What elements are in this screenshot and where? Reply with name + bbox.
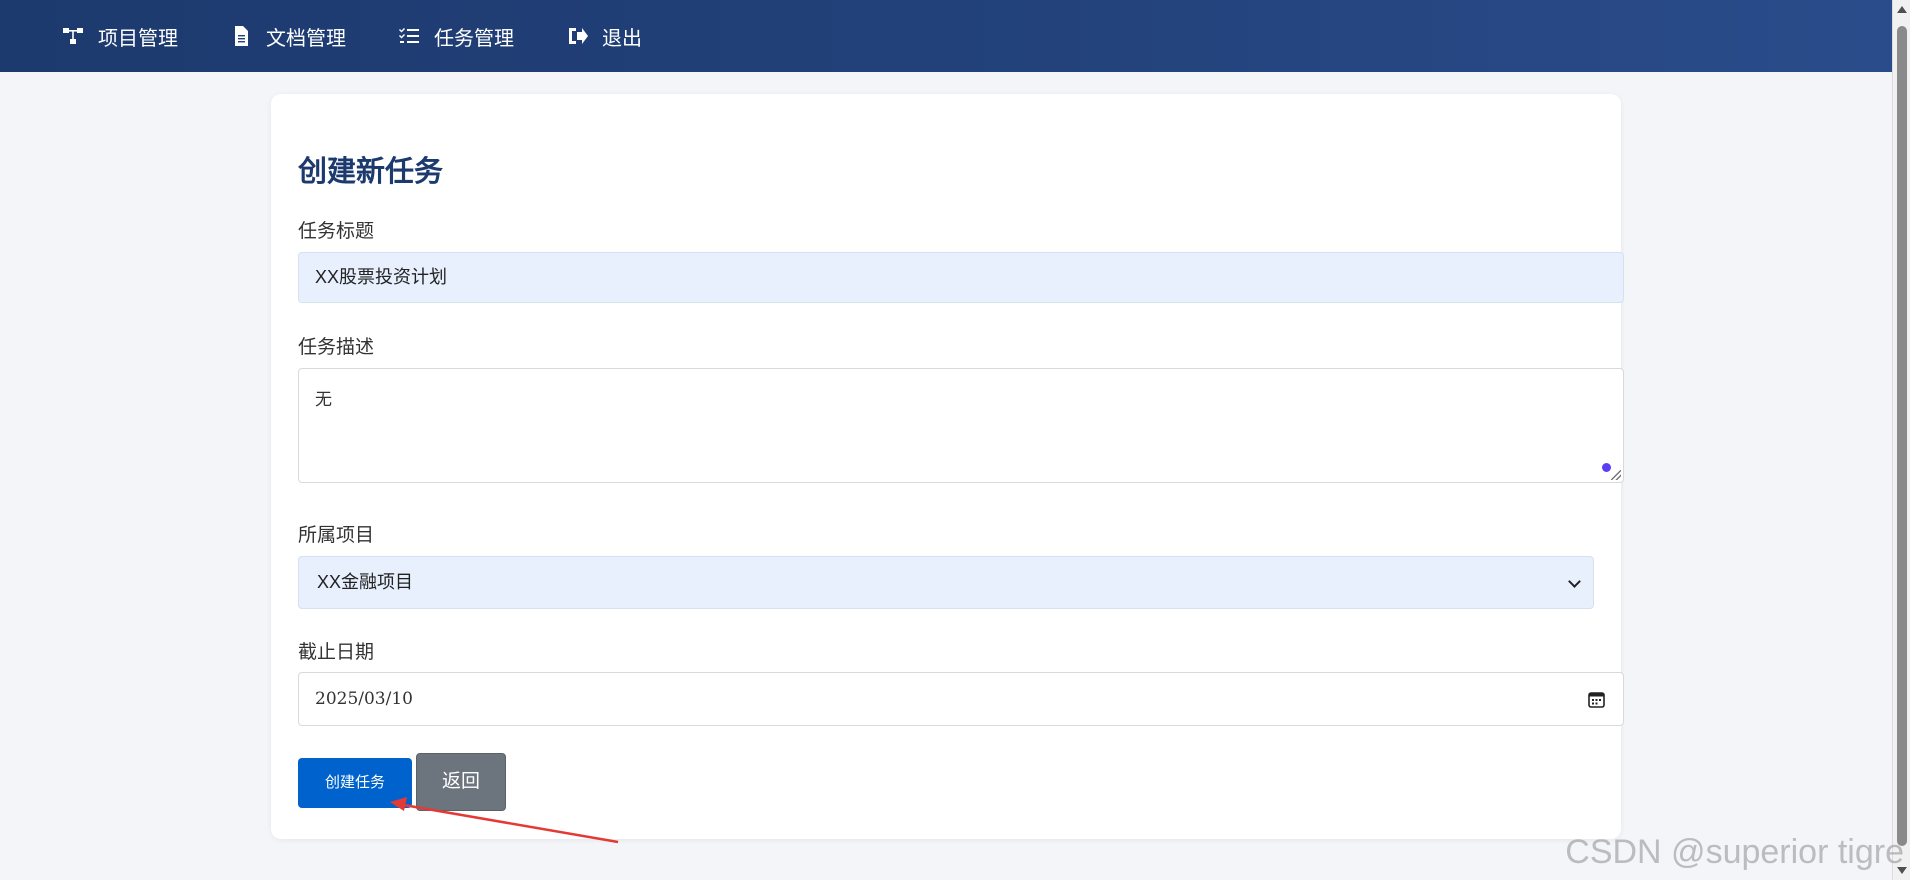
due-date-label: 截止日期 [298, 642, 375, 663]
file-icon [230, 25, 252, 47]
task-description-value: 无 [315, 390, 332, 410]
nav-item-documents[interactable]: 文档管理 [230, 22, 346, 51]
chevron-down-icon [1568, 575, 1581, 588]
due-date-input[interactable]: 2025/03/10 [298, 672, 1624, 726]
task-description-textarea[interactable]: 无 [298, 368, 1624, 483]
task-description-label: 任务描述 [298, 337, 375, 358]
page-title: 创建新任务 [298, 156, 444, 188]
nav-label: 任务管理 [434, 27, 514, 50]
tasks-icon [398, 25, 420, 47]
scroll-thumb[interactable] [1897, 26, 1907, 846]
annotation-arrow-icon [390, 797, 619, 844]
sign-out-icon [566, 25, 588, 47]
nav-label: 文档管理 [266, 27, 346, 50]
calendar-icon[interactable] [1588, 691, 1605, 708]
nav-label: 退出 [602, 27, 642, 50]
project-select-value: XX金融项目 [317, 572, 414, 592]
grammarly-dot-icon[interactable] [1602, 463, 1611, 472]
top-navbar: 项目管理 文档管理 任务管理 退出 [0, 0, 1892, 72]
nav-label: 项目管理 [98, 27, 178, 50]
nav-item-logout[interactable]: 退出 [566, 22, 642, 51]
sitemap-icon [62, 25, 84, 47]
watermark: CSDN @superior tigre [1565, 833, 1904, 871]
task-title-label: 任务标题 [298, 221, 375, 242]
project-select[interactable]: XX金融项目 [298, 556, 1594, 609]
nav-item-tasks[interactable]: 任务管理 [398, 22, 514, 51]
scroll-up-arrow-icon[interactable] [1897, 6, 1907, 13]
nav-item-projects[interactable]: 项目管理 [62, 22, 178, 51]
scrollbar[interactable] [1892, 0, 1910, 880]
due-date-value: 2025/03/10 [315, 689, 413, 709]
resize-grip-icon[interactable] [1611, 470, 1621, 480]
task-title-input[interactable]: XX股票投资计划 [298, 252, 1624, 303]
project-label: 所属项目 [298, 525, 375, 546]
